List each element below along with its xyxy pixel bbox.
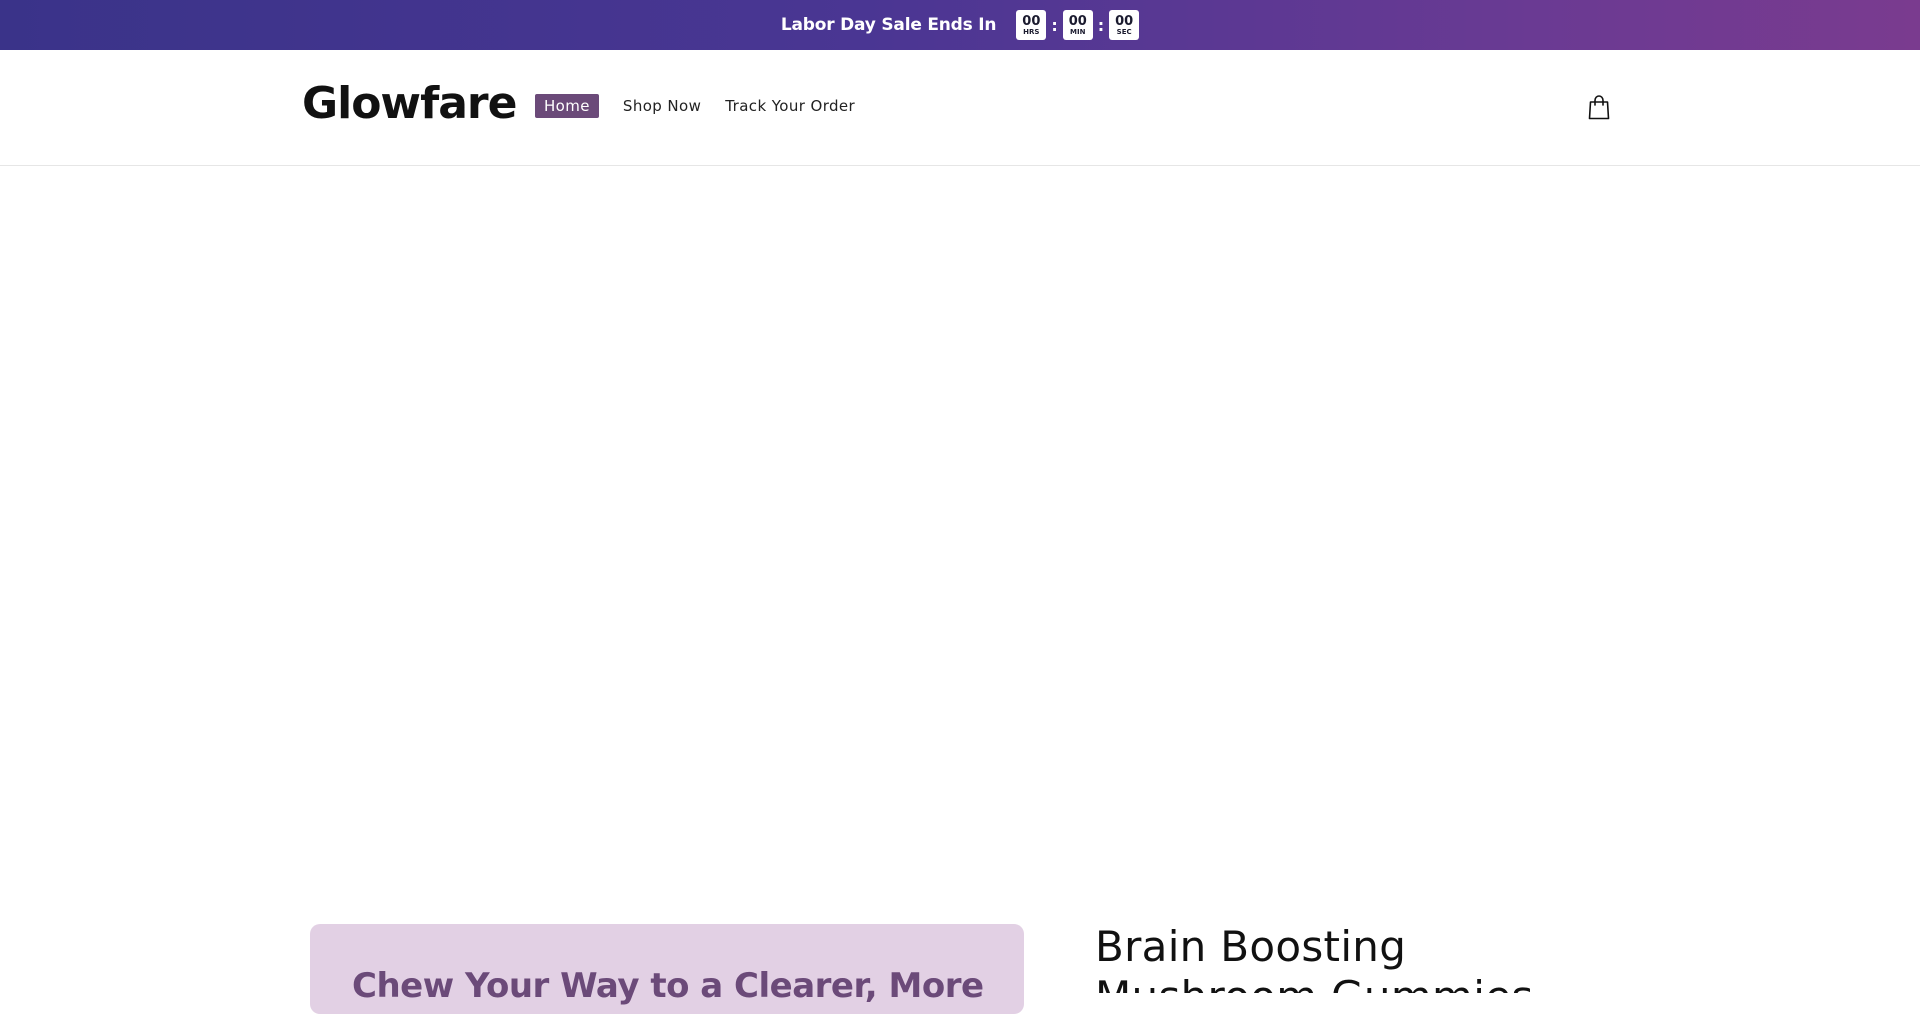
- timer-seconds-unit: SEC: [1116, 27, 1132, 36]
- timer-minutes: 00 MIN: [1062, 10, 1093, 40]
- countdown-timer: 00 HRS : 00 MIN : 00 SEC: [1016, 10, 1140, 40]
- timer-hours: 00 HRS: [1016, 10, 1047, 40]
- product-title: Brain Boosting Mushroom Gummies: [1095, 922, 1533, 993]
- announcement-bar: Labor Day Sale Ends In 00 HRS : 00 MIN :…: [0, 0, 1920, 50]
- hero-media-area: [0, 166, 1920, 920]
- timer-minutes-value: 00: [1068, 13, 1087, 29]
- promo-card: Chew Your Way to a Clearer, More: [310, 924, 1024, 1014]
- main-nav: Home Shop Now Track Your Order: [535, 94, 879, 118]
- site-logo[interactable]: Glowfare: [302, 82, 517, 126]
- timer-hours-unit: HRS: [1023, 27, 1040, 36]
- nav-item-home[interactable]: Home: [535, 94, 599, 118]
- timer-separator: :: [1051, 15, 1058, 35]
- nav-item-shop-now[interactable]: Shop Now: [623, 94, 701, 118]
- shopping-bag-icon: [1588, 95, 1610, 120]
- timer-seconds: 00 SEC: [1109, 10, 1140, 40]
- timer-minutes-unit: MIN: [1070, 27, 1086, 36]
- timer-seconds-value: 00: [1115, 13, 1134, 29]
- timer-hours-value: 00: [1022, 13, 1041, 29]
- timer-separator: :: [1097, 15, 1105, 35]
- sale-message: Labor Day Sale Ends In: [780, 15, 997, 35]
- nav-item-track-order[interactable]: Track Your Order: [725, 94, 855, 118]
- cart-button[interactable]: [1587, 94, 1611, 120]
- promo-headline: Chew Your Way to a Clearer, More: [352, 966, 984, 1006]
- site-header: Glowfare Home Shop Now Track Your Order: [0, 50, 1920, 166]
